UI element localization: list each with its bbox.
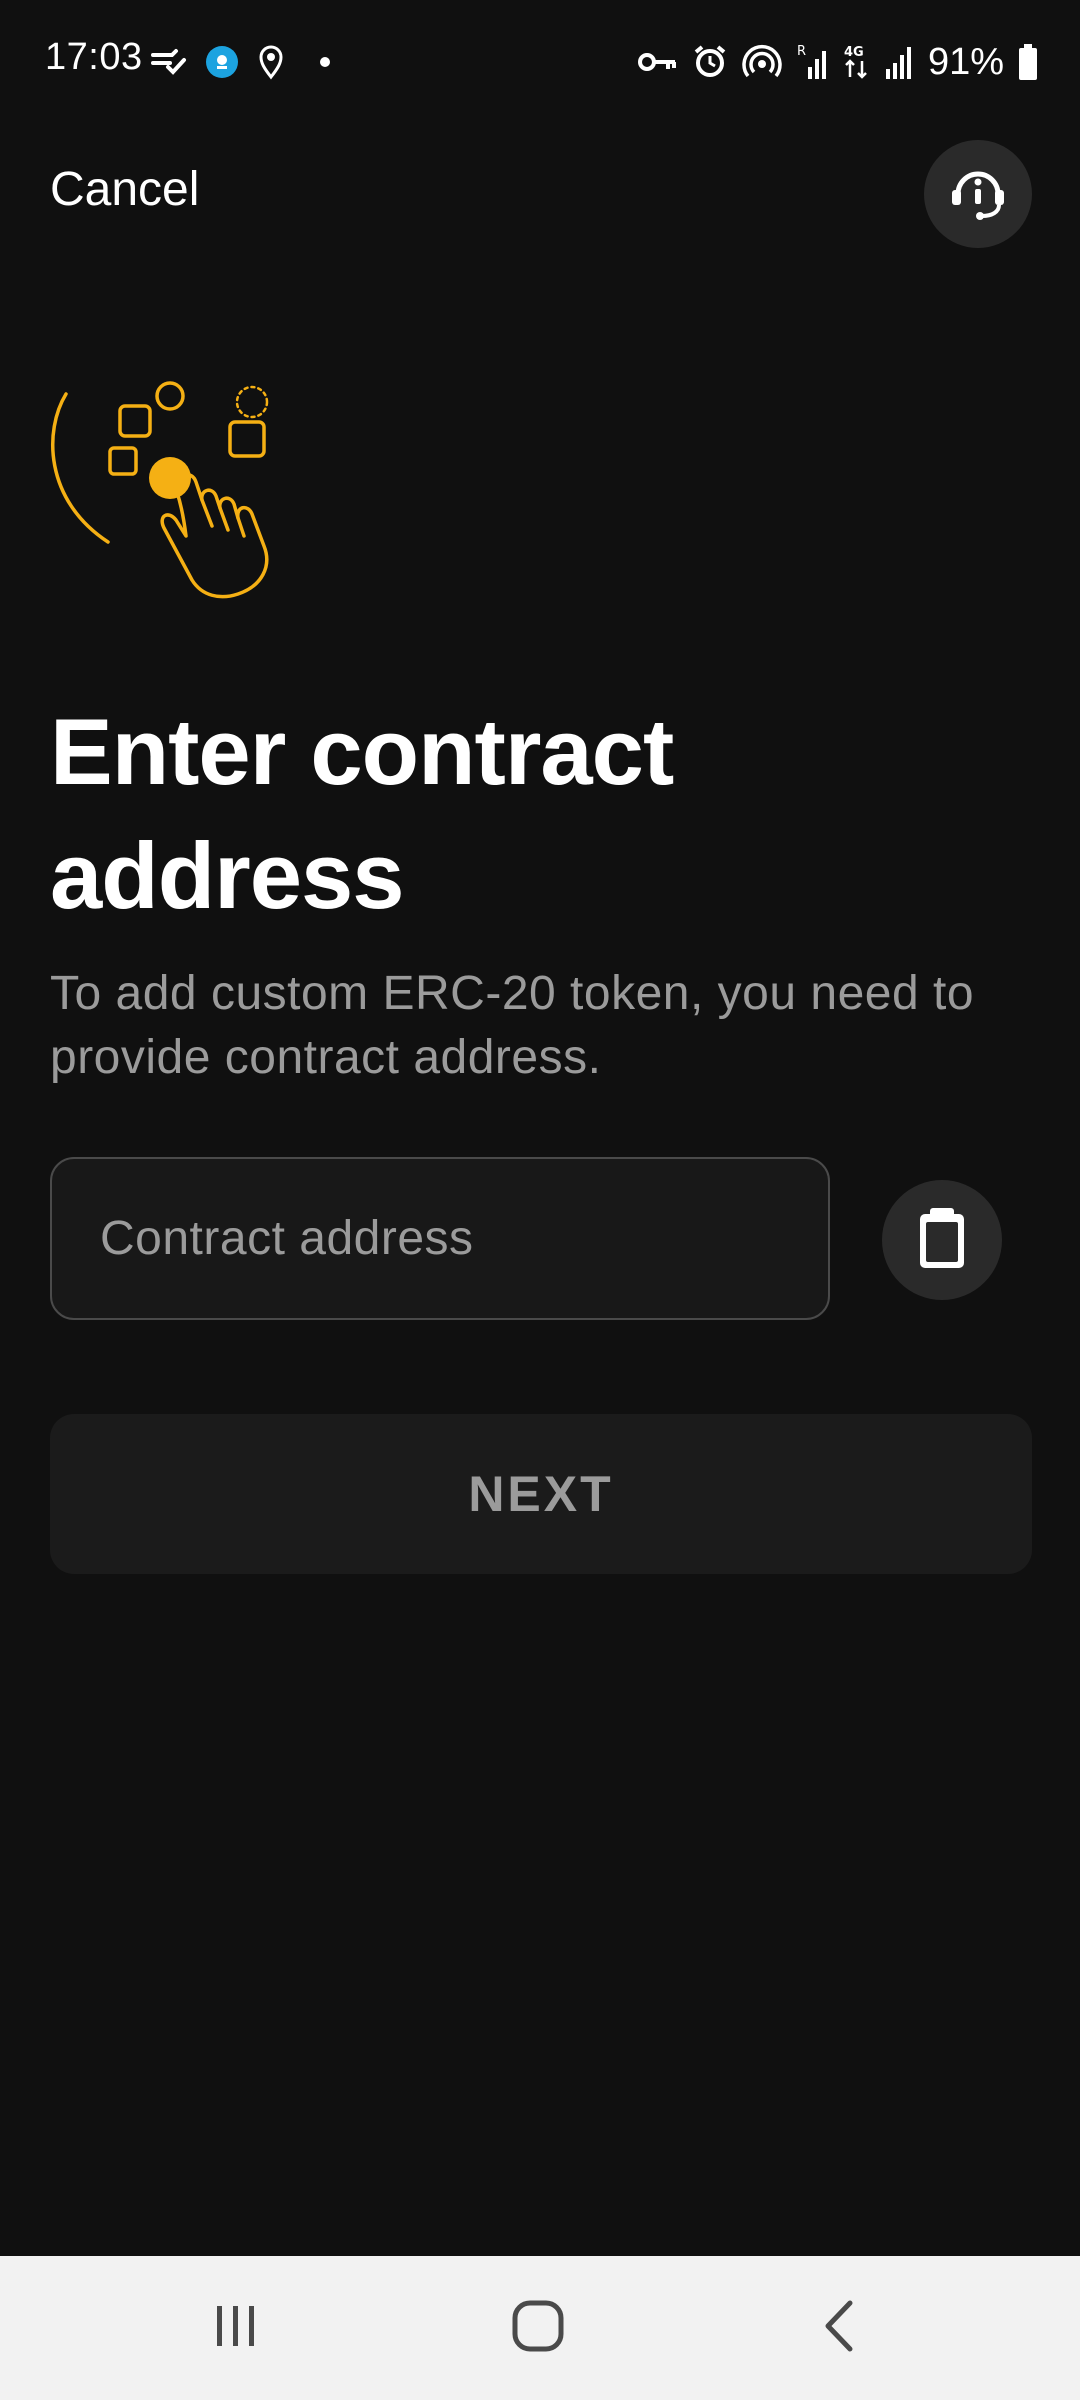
support-headset-icon [946,160,1010,229]
status-bar: 17:03 R 4G 91% [0,0,1080,120]
recents-button[interactable] [176,2286,296,2370]
paste-button[interactable] [882,1180,1002,1300]
back-icon [820,2299,860,2358]
recents-icon [211,2304,261,2353]
vpn-key-icon [637,50,678,74]
contract-address-input[interactable] [52,1159,828,1318]
screen: 17:03 R 4G 91% Cancel Enter contract add… [0,0,1080,2400]
support-button[interactable] [924,140,1032,248]
status-right-icons: R 4G 91% [637,38,1038,86]
back-button[interactable] [780,2286,900,2370]
next-button[interactable]: NEXT [50,1414,1032,1574]
signal-roaming-icon: R [796,43,828,81]
svg-text:4G: 4G [844,45,864,60]
notification-dot-icon [320,57,330,67]
signal-4g-icon: 4G [842,43,870,81]
svg-text:R: R [797,44,806,59]
home-icon [511,2299,565,2358]
battery-percent: 91% [927,40,1004,83]
signal-icon [884,45,914,79]
drive-check-icon [150,47,188,77]
status-time: 17:03 [45,36,143,78]
hotspot-icon [742,44,782,80]
clipboard-icon [916,1206,968,1275]
status-left-icons [150,40,330,84]
navigation-bar [0,2256,1080,2400]
home-button[interactable] [478,2286,598,2370]
hand-tapping-illustration [40,370,290,610]
location-pin-icon [256,44,286,80]
page-subtitle: To add custom ERC-20 token, you need to … [50,967,975,1084]
alarm-icon [692,44,728,80]
battery-icon [1018,44,1038,80]
page-title: Enter contract address [50,699,674,928]
cancel-button[interactable]: Cancel [50,162,199,217]
app-badge-icon [206,46,238,78]
contract-address-field [50,1157,830,1320]
